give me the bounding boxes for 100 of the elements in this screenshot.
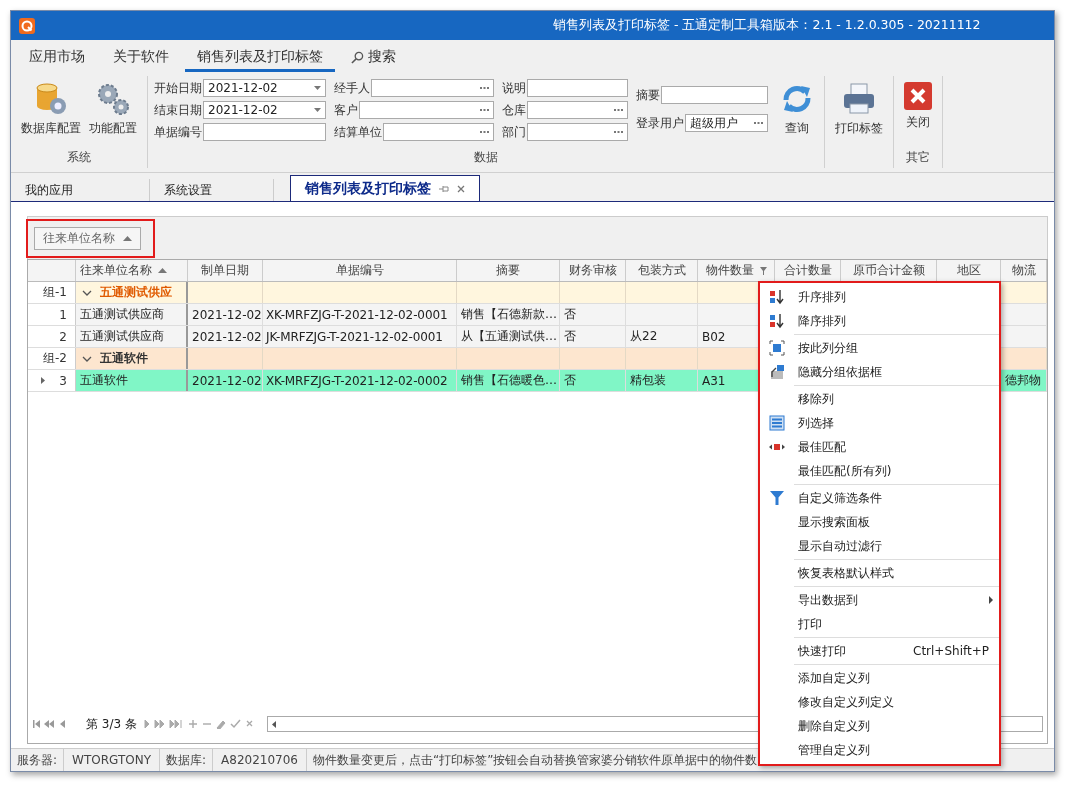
table-cell: 2021-12-02 bbox=[188, 326, 263, 347]
best-fit-icon bbox=[769, 443, 785, 451]
filter-icon[interactable] bbox=[759, 266, 767, 275]
lookup-field[interactable] bbox=[527, 123, 628, 141]
menu-item[interactable]: 添加自定义列 bbox=[760, 666, 999, 690]
ribbon-tab[interactable]: 关于软件 bbox=[101, 42, 181, 72]
ribbon-tab[interactable]: 搜索 bbox=[339, 42, 408, 72]
lookup-field[interactable] bbox=[527, 101, 628, 119]
group-caption: 系统 bbox=[66, 149, 92, 166]
dropdown-icon bbox=[314, 108, 321, 112]
text-field[interactable] bbox=[661, 86, 768, 104]
field-label: 登录用户 bbox=[636, 114, 684, 132]
lookup-field[interactable]: 超级用户 bbox=[685, 114, 768, 132]
window-title: 销售列表及打印标签 - 五通定制工具箱版本：2.1 - 1.2.0.305 - 20211112 bbox=[553, 17, 981, 34]
row-number: 2 bbox=[59, 329, 67, 344]
table-cell: 2021-12-02 bbox=[188, 370, 263, 391]
column-header[interactable]: 包装方式 bbox=[626, 260, 698, 281]
group-caption: 数据 bbox=[473, 149, 499, 166]
ribbon-button[interactable]: 数据库配置 bbox=[17, 76, 85, 137]
table-cell: XK-MRFZJG-T-2021-12-02-0001 bbox=[263, 304, 457, 325]
field-label: 开始日期 bbox=[154, 79, 202, 97]
table-cell: 否 bbox=[560, 304, 626, 325]
menu-item[interactable]: 删除自定义列 bbox=[760, 714, 999, 738]
shortcut-text: Ctrl+Shift+P bbox=[913, 644, 989, 658]
field-label: 经手人 bbox=[334, 79, 370, 97]
close-icon bbox=[904, 82, 932, 110]
sort-descending-icon bbox=[769, 313, 785, 329]
group-caption: 其它 bbox=[905, 149, 931, 166]
menu-item[interactable]: 显示自动过滤行 bbox=[760, 534, 999, 558]
menu-item[interactable]: 快速打印 Ctrl+Shift+P bbox=[760, 639, 999, 663]
column-header[interactable]: 摘要 bbox=[457, 260, 560, 281]
table-cell: 销售【石德新款… bbox=[457, 304, 560, 325]
menu-item[interactable]: 管理自定义列 bbox=[760, 738, 999, 762]
column-header[interactable]: 往来单位名称 bbox=[76, 260, 188, 281]
database-gear-icon bbox=[34, 82, 68, 116]
column-header[interactable]: 物流 bbox=[1001, 260, 1047, 281]
table-cell: JK-MRFZJG-T-2021-12-02-0001 bbox=[263, 326, 457, 347]
chevron-down-icon bbox=[82, 355, 92, 362]
status-value: A820210706 bbox=[213, 749, 307, 771]
menu-item[interactable]: 导出数据到 bbox=[760, 588, 999, 612]
date-field[interactable]: 2021-12-02 bbox=[203, 101, 326, 119]
dropdown-icon bbox=[314, 86, 321, 90]
status-message: 物件数量变更后，点击“打印标签”按钮会自动替换管家婆分销软件原单据中的物件数 bbox=[311, 751, 758, 769]
text-field[interactable] bbox=[203, 123, 326, 141]
table-cell: 五通软件 bbox=[76, 370, 188, 391]
text-field[interactable] bbox=[527, 79, 628, 97]
lookup-field[interactable] bbox=[359, 101, 494, 119]
field-label: 客户 bbox=[334, 101, 358, 119]
status-value: WTORGTONY bbox=[64, 749, 160, 771]
table-cell: XK-MRFZJG-T-2021-12-02-0002 bbox=[263, 370, 457, 391]
scroll-left-arrow-icon[interactable] bbox=[271, 720, 276, 728]
close-icon[interactable] bbox=[457, 184, 465, 193]
menu-item[interactable]: 列选择 bbox=[760, 411, 999, 435]
ribbon-button[interactable]: 查询 bbox=[776, 76, 818, 137]
row-number: 1 bbox=[59, 307, 67, 322]
status-label: 数据库: bbox=[160, 749, 214, 771]
filter-icon bbox=[770, 491, 784, 505]
column-header[interactable]: 制单日期 bbox=[188, 260, 263, 281]
menu-item[interactable]: 显示搜索面板 bbox=[760, 510, 999, 534]
row-indicator: 组-2 bbox=[28, 348, 76, 369]
field-label: 结束日期 bbox=[154, 101, 202, 119]
pin-icon[interactable] bbox=[439, 184, 449, 193]
document-tab[interactable]: 销售列表及打印标签 bbox=[290, 175, 480, 201]
ribbon-tab[interactable]: 销售列表及打印标签 bbox=[185, 42, 335, 72]
column-header[interactable]: 财务审核 bbox=[560, 260, 626, 281]
sort-ascending-icon bbox=[769, 289, 785, 305]
field-label: 单据编号 bbox=[154, 123, 202, 141]
group-by-chip[interactable]: 往来单位名称 bbox=[34, 226, 141, 250]
column-header[interactable]: 单据编号 bbox=[263, 260, 457, 281]
tab-label: 销售列表及打印标签 bbox=[305, 179, 431, 198]
row-indicator: 组-1 bbox=[28, 282, 76, 303]
menu-item[interactable]: 最佳匹配 bbox=[760, 435, 999, 459]
hide-group-panel-icon bbox=[769, 364, 785, 380]
tab-label: 系统设置 bbox=[164, 181, 212, 199]
app-logo-icon bbox=[19, 17, 35, 34]
record-position: 第 3/3 条 bbox=[86, 715, 137, 733]
lookup-field[interactable] bbox=[383, 123, 494, 141]
lookup-field[interactable] bbox=[371, 79, 494, 97]
field-label: 结算单位 bbox=[334, 123, 382, 141]
menu-item[interactable]: 自定义筛选条件 bbox=[760, 486, 999, 510]
menu-item[interactable]: 最佳匹配(所有列) bbox=[760, 459, 999, 483]
table-cell: 从【五通测试供… bbox=[457, 326, 560, 347]
chevron-down-icon bbox=[82, 289, 92, 296]
table-cell: 否 bbox=[560, 370, 626, 391]
field-label: 部门 bbox=[502, 123, 526, 141]
ribbon-button[interactable]: 功能配置 bbox=[85, 76, 141, 137]
search-icon bbox=[351, 50, 364, 64]
field-label: 仓库 bbox=[502, 101, 526, 119]
table-cell: 从22 bbox=[626, 326, 698, 347]
ribbon-button[interactable]: 关闭 bbox=[900, 76, 936, 131]
column-chooser-icon bbox=[769, 415, 785, 431]
gears-icon bbox=[96, 82, 130, 116]
ribbon-button[interactable]: 打印标签 bbox=[831, 76, 887, 137]
field-label: 说明 bbox=[502, 79, 526, 97]
date-field[interactable]: 2021-12-02 bbox=[203, 79, 326, 97]
ribbon-tab[interactable]: 应用市场 bbox=[17, 42, 97, 72]
menu-item[interactable]: 打印 bbox=[760, 612, 999, 636]
menu-item[interactable]: 恢复表格默认样式 bbox=[760, 561, 999, 585]
group-column-icon bbox=[769, 340, 785, 356]
menu-item[interactable]: 修改自定义列定义 bbox=[760, 690, 999, 714]
